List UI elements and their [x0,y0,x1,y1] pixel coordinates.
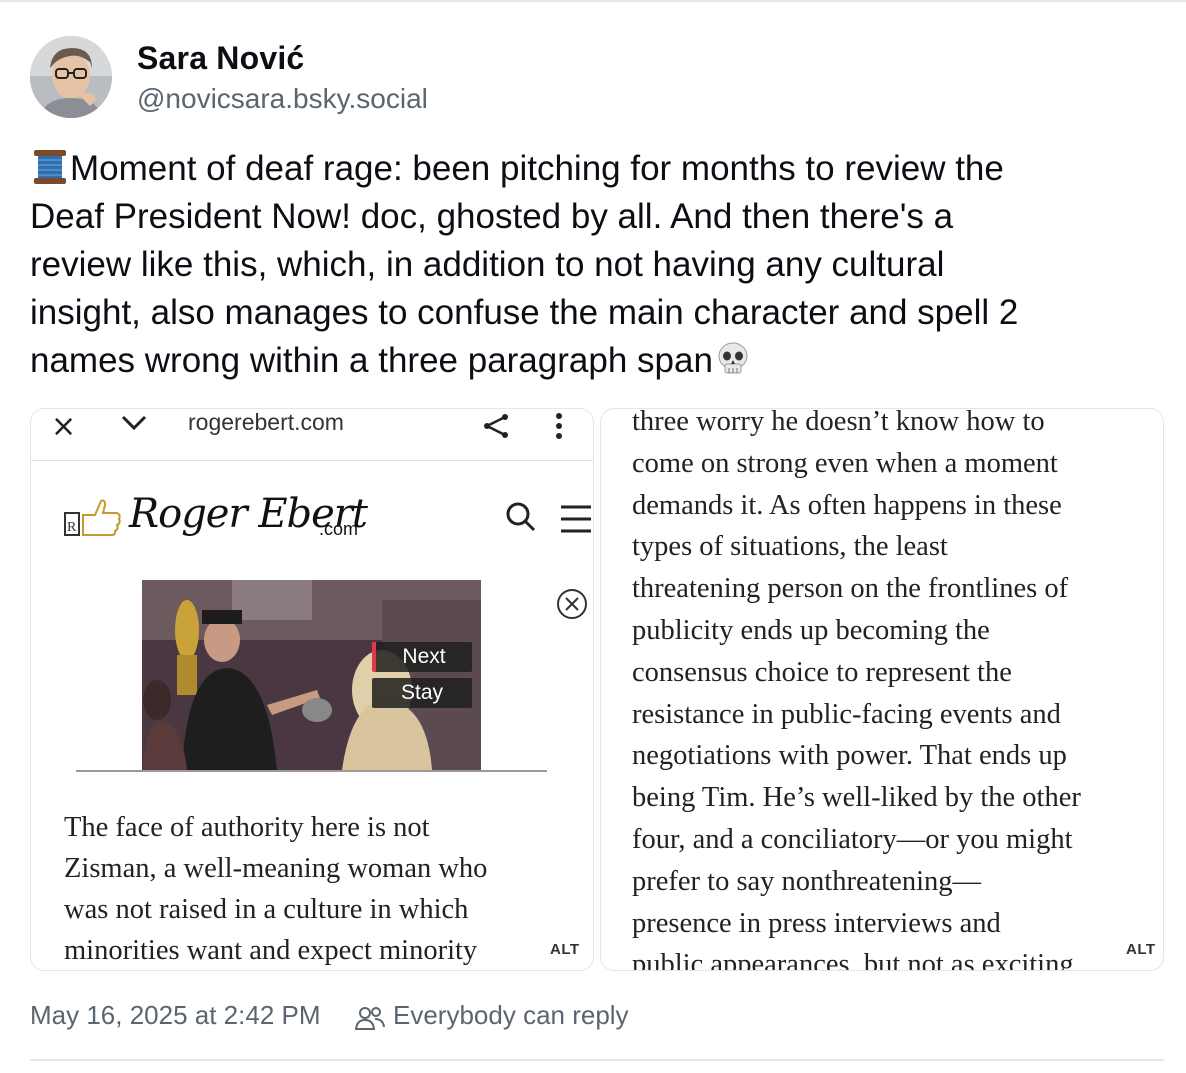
article-excerpt-right: three worry he doesn’t know how to come … [632,408,1152,971]
post-line-1: Moment of deaf rage: been pitching for m… [30,145,1160,193]
article-line: come on strong even when a moment [632,447,1058,479]
video-thumbnail: Next Stay [142,580,481,770]
chevron-down-icon [119,411,149,440]
alt-text-badge[interactable]: ALT [544,938,586,961]
article-line: publicity ends up becoming the [632,614,990,646]
more-vertical-icon [553,411,565,446]
close-circle-icon [555,587,589,626]
spool-of-thread-icon [30,148,70,186]
alt-text-badge[interactable]: ALT [1120,938,1162,961]
close-icon: × [51,409,77,444]
author-display-name[interactable]: Sara Nović [137,40,304,77]
article-line: Zisman, a well-meaning woman who [64,853,488,884]
browser-toolbar: × rogerebert.com [31,409,593,461]
article-line: presence in press interviews and [632,907,1001,939]
post-text: Moment of deaf rage: been pitching for m… [30,145,1160,385]
top-divider [0,0,1186,2]
post-image-left[interactable]: × rogerebert.com R Roger Ebert .com Next… [30,408,594,971]
avatar[interactable] [30,36,112,118]
people-icon [354,1005,385,1036]
article-line: types of situations, the least [632,531,948,563]
article-line: resistance in public-facing events and [632,698,1061,730]
post-line-3: review like this, which, in addition to … [30,245,945,284]
video-stay-button: Stay [372,678,472,708]
article-line: prefer to say nonthreatening— [632,865,981,897]
author-handle[interactable]: @novicsara.bsky.social [137,83,428,115]
search-icon [505,501,537,538]
browser-url: rogerebert.com [188,409,344,435]
article-line: four, and a conciliatory—or you might [632,823,1073,855]
article-line: minorities want and expect minority [64,935,478,966]
skull-icon [713,340,753,378]
video-next-button: Next [372,642,472,672]
article-line: three worry he doesn’t know how to [632,408,1045,437]
article-line: negotiations with power. That ends up [632,740,1067,772]
reply-setting[interactable]: Everybody can reply [393,1000,629,1031]
avatar-photo [30,36,112,118]
menu-icon [559,503,593,540]
post-image-right[interactable]: three worry he doesn’t know how to come … [600,408,1164,971]
article-line: being Tim. He’s well-liked by the other [632,782,1081,814]
article-line: demands it. As often happens in these [632,489,1062,521]
post-line-5: names wrong within a three paragraph spa… [30,337,1160,385]
post-line-2: Deaf President Now! doc, ghosted by all.… [30,197,954,236]
post-line-4: insight, also manages to confuse the mai… [30,293,1019,332]
video-frame [142,580,481,770]
site-logo-com: .com [319,519,359,539]
share-icon [481,411,511,446]
svg-text:R: R [67,520,77,535]
article-line: consensus choice to represent the [632,656,1012,688]
article-line: public appearances, but not as exciting [632,949,1074,971]
thumbs-up-logo-icon: R [64,499,121,536]
article-line: was not raised in a culture in which [64,894,469,925]
article-line: The face of authority here is not [64,812,430,843]
article-excerpt-left: The face of authority here is not Zisman… [64,807,564,970]
article-line: threatening person on the frontlines of [632,573,1069,605]
video-divider [76,770,547,772]
bottom-divider [30,1059,1164,1061]
post-timestamp[interactable]: May 16, 2025 at 2:42 PM [30,1000,321,1031]
